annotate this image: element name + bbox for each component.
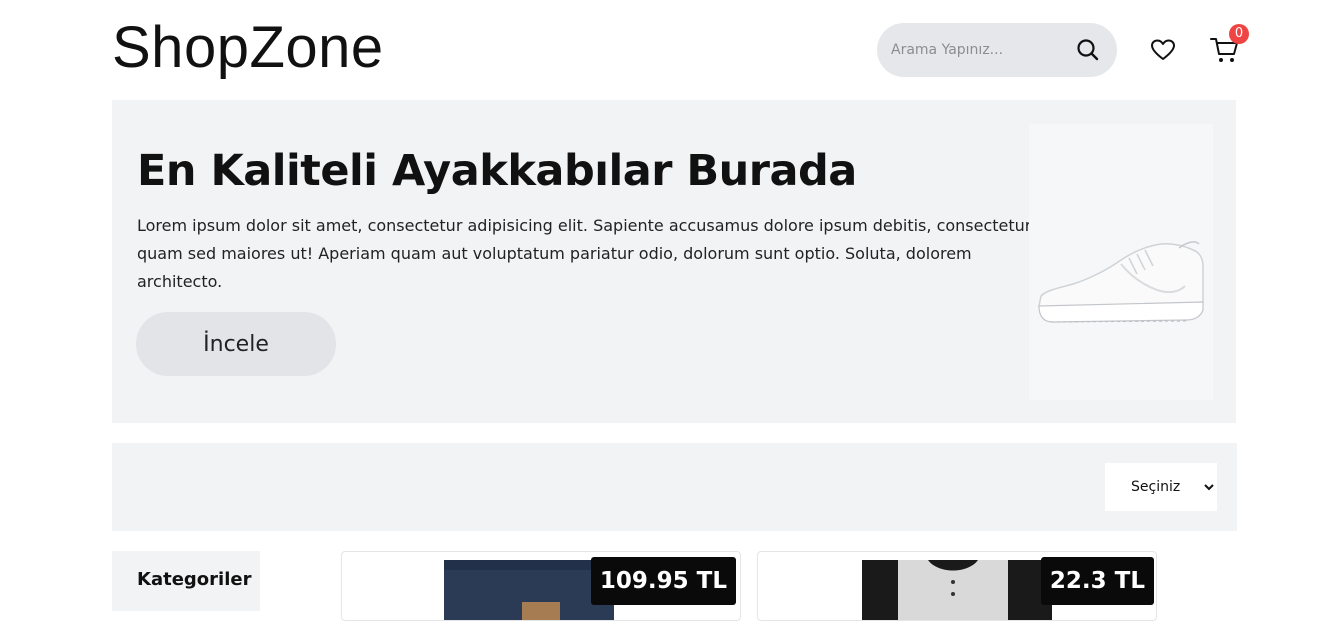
hero-banner: En Kaliteli Ayakkabılar Burada Lorem ips… [112,100,1236,423]
categories-title: Kategoriler [137,569,252,590]
heart-icon[interactable] [1149,36,1177,64]
search-input[interactable] [891,38,1071,62]
sort-select[interactable]: Seçiniz [1105,463,1217,511]
header: ShopZone 0 [112,0,1249,100]
category-sidebar: Kategoriler [112,551,260,611]
search-bar [877,23,1117,77]
search-icon[interactable] [1075,37,1101,63]
site-logo[interactable]: ShopZone [112,14,384,81]
filter-bar: Seçiniz [112,443,1237,531]
product-card[interactable]: 109.95 TL [341,551,741,621]
product-card[interactable]: 22.3 TL [757,551,1157,621]
price-tag: 109.95 TL [590,557,736,605]
sneaker-image [1029,124,1213,400]
price-tag: 22.3 TL [1040,557,1154,605]
hero-description: Lorem ipsum dolor sit amet, consectetur … [137,216,1032,291]
cart-count-badge: 0 [1229,24,1249,44]
hero-title: En Kaliteli Ayakkabılar Burada [137,146,857,196]
inspect-button[interactable]: İncele [136,312,336,376]
